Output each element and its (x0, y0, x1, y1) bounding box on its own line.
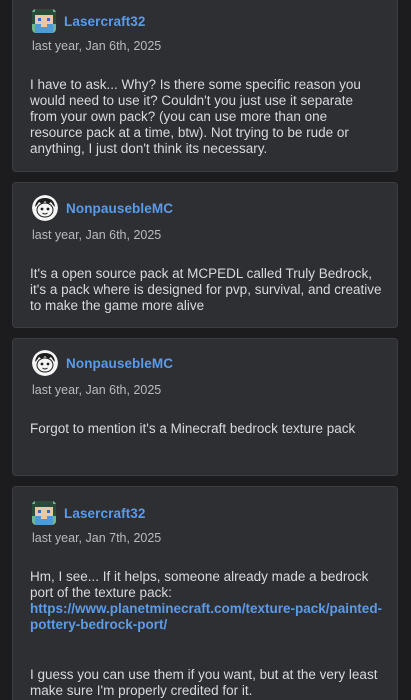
comment-header: Lasercraft32 (32, 9, 146, 33)
user-avatar[interactable] (32, 9, 56, 33)
comment-text: Forgot to mention it's a Minecraft bedro… (30, 421, 356, 436)
comment-card: Lasercraft32 last year, Jan 7th, 2025 Hm… (12, 486, 398, 700)
comment-body: It's a open source pack at MCPEDL called… (30, 266, 383, 314)
username-link[interactable]: Lasercraft32 (64, 506, 146, 521)
comment-date: last year, Jan 6th, 2025 (32, 228, 162, 242)
username-link[interactable]: Lasercraft32 (64, 14, 146, 29)
comment-date: last year, Jan 7th, 2025 (32, 531, 162, 545)
comment-text: It's a open source pack at MCPEDL called… (30, 266, 382, 313)
cartoon-face-avatar-icon (32, 350, 58, 376)
comment-card: Lasercraft32 last year, Jan 6th, 2025 I … (12, 0, 398, 172)
user-avatar[interactable] (32, 501, 56, 525)
comment-header: Lasercraft32 (32, 501, 146, 525)
comment-thread: Lasercraft32 last year, Jan 6th, 2025 I … (0, 0, 411, 700)
pixel-art-avatar-icon (32, 9, 56, 33)
pixel-art-avatar-icon (32, 501, 56, 525)
comment-header: NonpausebleMC (32, 195, 173, 221)
comment-text: Hm, I see... If it helps, someone alread… (30, 569, 369, 600)
comment-card: NonpausebleMC last year, Jan 6th, 2025 F… (12, 338, 398, 476)
user-avatar[interactable] (32, 195, 58, 221)
comment-body: Hm, I see... If it helps, someone alread… (30, 569, 383, 699)
user-avatar[interactable] (32, 350, 58, 376)
comment-body: Forgot to mention it's a Minecraft bedro… (30, 421, 383, 437)
username-link[interactable]: NonpausebleMC (66, 201, 173, 216)
comment-header: NonpausebleMC (32, 350, 173, 376)
comment-card: NonpausebleMC last year, Jan 6th, 2025 I… (12, 182, 398, 328)
comment-text: I guess you can use them if you want, bu… (30, 667, 378, 698)
comment-date: last year, Jan 6th, 2025 (32, 383, 162, 397)
comment-text: I have to ask... Why? Is there some spec… (30, 77, 361, 156)
texture-pack-link[interactable]: https://www.planetminecraft.com/texture-… (30, 601, 382, 632)
username-link[interactable]: NonpausebleMC (66, 356, 173, 371)
comment-body: I have to ask... Why? Is there some spec… (30, 77, 383, 157)
comment-date: last year, Jan 6th, 2025 (32, 39, 162, 53)
cartoon-face-avatar-icon (32, 195, 58, 221)
